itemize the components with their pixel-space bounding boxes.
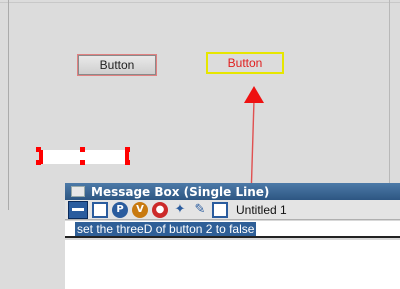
- message-box-title: Message Box (Single Line): [91, 184, 270, 199]
- windows-icon[interactable]: [212, 201, 228, 218]
- selection-handle[interactable]: [80, 160, 85, 165]
- single-line-icon[interactable]: [68, 200, 88, 219]
- selection-handle[interactable]: [36, 160, 41, 165]
- selection-handle[interactable]: [80, 147, 85, 152]
- gear-icon[interactable]: ✦: [172, 202, 188, 218]
- message-box-window: Message Box (Single Line) P V ● ✦ ✎ Unti…: [65, 183, 400, 289]
- window-icon[interactable]: [92, 201, 108, 218]
- selection-handle[interactable]: [125, 147, 130, 152]
- record-icon[interactable]: ●: [152, 201, 168, 218]
- canvas-top-rule: [0, 2, 400, 3]
- window-icon: [71, 186, 85, 197]
- stack-name: Untitled 1: [236, 202, 287, 217]
- script-icon[interactable]: ✎: [192, 202, 208, 218]
- command-text: set the threeD of button 2 to false: [75, 222, 257, 236]
- button-2-selected[interactable]: Button: [206, 52, 284, 74]
- command-input[interactable]: set the threeD of button 2 to false: [65, 221, 400, 238]
- canvas-left-rule: [8, 0, 9, 210]
- message-box-titlebar[interactable]: Message Box (Single Line): [65, 183, 400, 200]
- selection-handle[interactable]: [125, 160, 130, 165]
- results-area[interactable]: [65, 240, 400, 289]
- selection-handle[interactable]: [36, 147, 41, 152]
- message-box-toolbar: P V ● ✦ ✎ Untitled 1: [65, 200, 400, 220]
- button-1[interactable]: Button: [78, 55, 156, 75]
- p-icon[interactable]: P: [112, 201, 128, 218]
- v-icon[interactable]: V: [132, 201, 148, 218]
